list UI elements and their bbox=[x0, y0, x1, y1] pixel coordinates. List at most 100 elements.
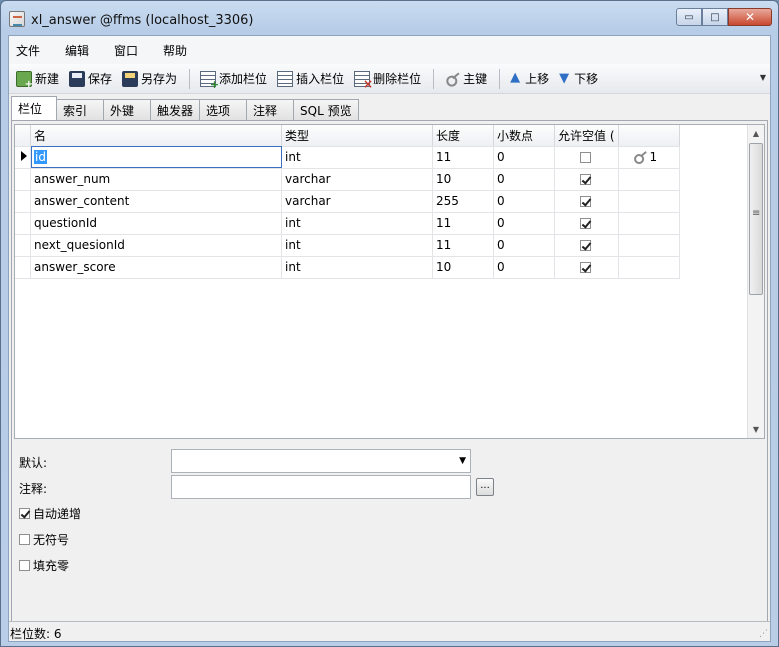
table-row[interactable]: next_quesionId int 11 0 bbox=[15, 234, 680, 257]
tab-comment[interactable]: 注释 bbox=[246, 99, 295, 120]
zerofill-option[interactable]: 填充零 bbox=[19, 557, 69, 574]
field-key-cell[interactable] bbox=[618, 168, 680, 191]
comment-ellipsis-button[interactable]: ... bbox=[476, 478, 494, 496]
table-row[interactable]: answer_num varchar 10 0 bbox=[15, 168, 680, 191]
row-indicator[interactable] bbox=[15, 212, 31, 235]
field-name-cell[interactable]: answer_score bbox=[30, 256, 282, 279]
vertical-scrollbar[interactable]: ▲ ▼ bbox=[747, 125, 764, 438]
maximize-button[interactable]: □ bbox=[702, 8, 728, 26]
tab-triggers[interactable]: 触发器 bbox=[150, 99, 201, 120]
field-type-cell[interactable]: int bbox=[281, 234, 433, 257]
field-type-cell[interactable]: varchar bbox=[281, 168, 433, 191]
column-header-nullable[interactable]: 允许空值 ( bbox=[554, 125, 619, 147]
field-decimals-cell[interactable]: 0 bbox=[493, 234, 555, 257]
table-row[interactable]: answer_content varchar 255 0 bbox=[15, 190, 680, 213]
auto-increment-option[interactable]: 自动递增 bbox=[19, 505, 81, 522]
field-length-cell[interactable]: 10 bbox=[432, 256, 494, 279]
nullable-checkbox[interactable] bbox=[580, 152, 591, 163]
field-decimals-cell[interactable]: 0 bbox=[493, 146, 555, 169]
table-row[interactable]: answer_score int 10 0 bbox=[15, 256, 680, 279]
field-nullable-cell[interactable] bbox=[554, 190, 619, 213]
field-decimals-cell[interactable]: 0 bbox=[493, 256, 555, 279]
unsigned-checkbox[interactable] bbox=[19, 534, 30, 545]
field-name-cell[interactable]: id bbox=[30, 146, 282, 169]
unsigned-option[interactable]: 无符号 bbox=[19, 531, 69, 548]
field-key-cell[interactable] bbox=[618, 256, 680, 279]
field-key-cell[interactable] bbox=[618, 234, 680, 257]
tab-foreign-keys[interactable]: 外键 bbox=[103, 99, 151, 120]
insert-field-button[interactable]: 插入栏位 bbox=[273, 67, 348, 91]
tab-fields[interactable]: 栏位 bbox=[11, 96, 57, 120]
comment-input[interactable] bbox=[171, 475, 471, 499]
row-indicator[interactable] bbox=[15, 234, 31, 257]
field-name-cell[interactable]: questionId bbox=[30, 212, 282, 235]
tab-indexes[interactable]: 索引 bbox=[56, 99, 104, 120]
field-length-cell[interactable]: 11 bbox=[432, 212, 494, 235]
menu-help[interactable]: 帮助 bbox=[156, 42, 199, 59]
tab-sql-preview[interactable]: SQL 预览 bbox=[293, 99, 359, 120]
scroll-down-arrow-icon[interactable]: ▼ bbox=[748, 421, 764, 438]
auto-increment-checkbox[interactable] bbox=[19, 508, 30, 519]
title-bar[interactable]: xl_answer @ffms (localhost_3306) ▭ □ ✕ bbox=[1, 1, 778, 35]
column-header-length[interactable]: 长度 bbox=[432, 125, 494, 147]
field-decimals-cell[interactable]: 0 bbox=[493, 190, 555, 213]
tab-options[interactable]: 选项 bbox=[199, 99, 248, 120]
field-decimals-cell[interactable]: 0 bbox=[493, 168, 555, 191]
new-button[interactable]: 新建 bbox=[12, 67, 63, 91]
scroll-up-arrow-icon[interactable]: ▲ bbox=[748, 125, 764, 142]
field-type-cell[interactable]: int bbox=[281, 212, 433, 235]
field-key-cell[interactable] bbox=[618, 190, 680, 213]
column-header-name[interactable]: 名 bbox=[30, 125, 282, 147]
field-length-cell[interactable]: 11 bbox=[432, 234, 494, 257]
close-button[interactable]: ✕ bbox=[728, 8, 772, 26]
nullable-checkbox[interactable] bbox=[580, 196, 591, 207]
row-indicator[interactable] bbox=[15, 190, 31, 213]
toolbar-overflow-chevron-icon[interactable]: ▼ bbox=[760, 73, 766, 82]
field-type-cell[interactable]: int bbox=[281, 256, 433, 279]
field-nullable-cell[interactable] bbox=[554, 256, 619, 279]
primary-key-button[interactable]: 主键 bbox=[440, 67, 491, 91]
zerofill-checkbox[interactable] bbox=[19, 560, 30, 571]
move-down-button[interactable]: 下移 bbox=[555, 67, 602, 91]
save-button[interactable]: 保存 bbox=[65, 67, 116, 91]
default-value-select[interactable]: ▼ bbox=[171, 449, 471, 473]
field-name-cell[interactable]: next_quesionId bbox=[30, 234, 282, 257]
nullable-checkbox[interactable] bbox=[580, 174, 591, 185]
delete-field-button[interactable]: 删除栏位 bbox=[350, 67, 425, 91]
field-key-cell[interactable]: 1 bbox=[618, 146, 680, 169]
table-row[interactable]: questionId int 11 0 bbox=[15, 212, 680, 235]
add-field-button[interactable]: 添加栏位 bbox=[196, 67, 271, 91]
field-type-cell[interactable]: varchar bbox=[281, 190, 433, 213]
field-key-cell[interactable] bbox=[618, 212, 680, 235]
field-length-cell[interactable]: 10 bbox=[432, 168, 494, 191]
field-nullable-cell[interactable] bbox=[554, 234, 619, 257]
scrollbar-thumb[interactable] bbox=[749, 143, 763, 295]
field-name-cell[interactable]: answer_content bbox=[30, 190, 282, 213]
menu-file[interactable]: 文件 bbox=[9, 42, 52, 59]
field-name-cell[interactable]: answer_num bbox=[30, 168, 282, 191]
field-length-cell[interactable]: 255 bbox=[432, 190, 494, 213]
field-decimals-cell[interactable]: 0 bbox=[493, 212, 555, 235]
column-header-decimals[interactable]: 小数点 bbox=[493, 125, 555, 147]
move-up-button[interactable]: 上移 bbox=[506, 67, 553, 91]
row-indicator[interactable] bbox=[15, 256, 31, 279]
nullable-checkbox[interactable] bbox=[580, 240, 591, 251]
column-header-key[interactable] bbox=[618, 125, 680, 147]
resize-grip-icon[interactable]: ⋰ bbox=[759, 629, 768, 639]
save-as-button[interactable]: 另存为 bbox=[118, 67, 181, 91]
row-indicator[interactable] bbox=[15, 168, 31, 191]
menu-edit[interactable]: 编辑 bbox=[58, 42, 101, 59]
minimize-button[interactable]: ▭ bbox=[676, 8, 702, 26]
table-row[interactable]: id int 11 0 1 bbox=[15, 146, 680, 169]
nullable-checkbox[interactable] bbox=[580, 262, 591, 273]
menu-window[interactable]: 窗口 bbox=[107, 42, 150, 59]
field-length-cell[interactable]: 11 bbox=[432, 146, 494, 169]
fields-grid[interactable]: 名 类型 长度 小数点 允许空值 ( id int 11 0 1 answer_… bbox=[14, 124, 765, 439]
nullable-checkbox[interactable] bbox=[580, 218, 591, 229]
field-nullable-cell[interactable] bbox=[554, 168, 619, 191]
field-nullable-cell[interactable] bbox=[554, 146, 619, 169]
field-nullable-cell[interactable] bbox=[554, 212, 619, 235]
row-indicator[interactable] bbox=[15, 146, 31, 169]
field-type-cell[interactable]: int bbox=[281, 146, 433, 169]
column-header-type[interactable]: 类型 bbox=[281, 125, 433, 147]
